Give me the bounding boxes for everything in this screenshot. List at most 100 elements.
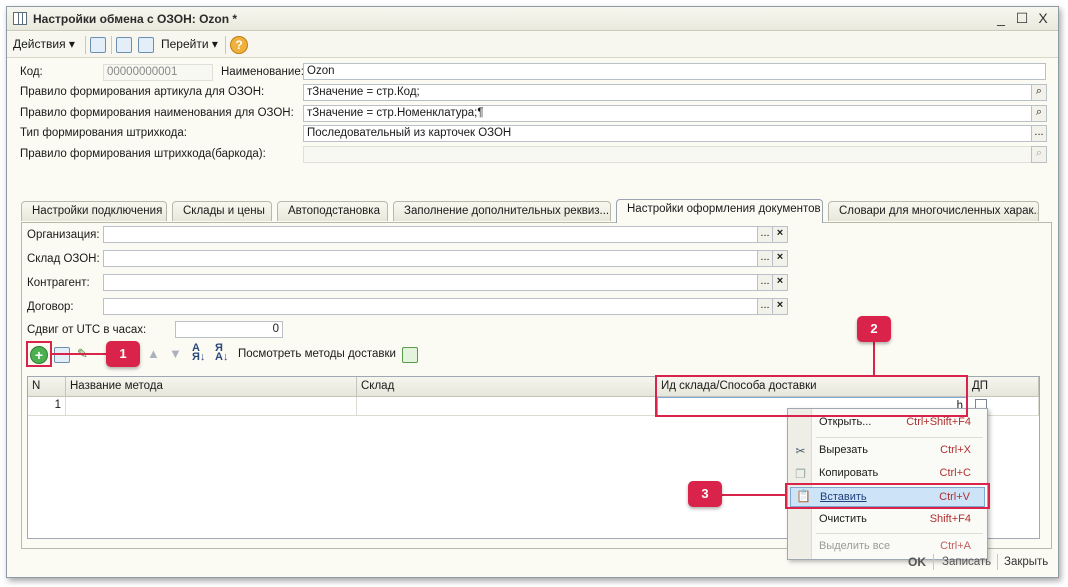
highlight-delivery-id-column [655, 375, 968, 417]
goto-menu[interactable]: Перейти ▾ [161, 37, 218, 51]
sort-asc-icon[interactable]: А Я↓ [192, 343, 205, 363]
tab-warehouses[interactable]: Склады и цены [172, 201, 272, 221]
copy-row-icon[interactable] [54, 347, 70, 363]
article-rule-field[interactable]: тЗначение = стр.Код; [303, 84, 1032, 101]
callout-connector [52, 353, 108, 355]
menu-shortcut: Ctrl+X [940, 444, 971, 456]
tab-dictionaries[interactable]: Словари для многочисленных харак... [828, 201, 1039, 221]
column-header-dp[interactable]: ДП [968, 377, 1039, 397]
callout-1: 1 [106, 341, 140, 367]
name-label: Наименование: [221, 66, 304, 78]
clear-icon[interactable]: × [772, 226, 788, 243]
menu-shortcut: Ctrl+C [939, 467, 971, 479]
toolbar-separator [85, 36, 86, 54]
menu-shortcut: Shift+F4 [929, 513, 971, 525]
select-button[interactable]: ... [757, 250, 773, 267]
footer-separator [997, 554, 998, 570]
column-header-warehouse[interactable]: Склад [357, 377, 657, 397]
warehouse-label: Склад ОЗОН: [27, 253, 100, 265]
menu-item-label: Выделить все [819, 540, 891, 552]
utc-field[interactable]: 0 [175, 321, 283, 338]
organization-label: Организация: [27, 229, 100, 241]
close-window-button[interactable]: X [1034, 10, 1052, 28]
toolbar-separator [225, 36, 226, 54]
ok-button[interactable]: OK [908, 555, 926, 569]
menu-item-cut[interactable]: Вырезать Ctrl+X [813, 441, 985, 461]
window-title: Настройки обмена с ОЗОН: Ozon * [33, 12, 238, 26]
menu-item-label: Открыть... [819, 416, 872, 428]
barcode-type-label: Тип формирования штрихкода: [20, 127, 187, 139]
name-rule-field[interactable]: тЗначение = стр.Номенклатура;¶ [303, 105, 1032, 122]
save-button[interactable]: Записать [942, 556, 991, 568]
goto-label: Перейти [161, 37, 209, 51]
select-button[interactable]: ... [757, 226, 773, 243]
table-cell-n[interactable]: 1 [28, 397, 66, 416]
tab-autosubstitution[interactable]: Автоподстановка [277, 201, 388, 221]
search-icon[interactable]: ⌕ [1031, 146, 1047, 163]
maximize-button[interactable]: ☐ [1013, 10, 1031, 28]
menu-separator [816, 437, 983, 438]
organization-field[interactable] [103, 226, 758, 243]
sort-desc-icon[interactable]: Я А↓ [215, 343, 228, 363]
code-label: Код: [20, 66, 43, 78]
toolbar-separator [111, 36, 112, 54]
help-icon[interactable]: ? [230, 36, 248, 54]
table-icon [13, 12, 27, 25]
menu-item-label: Очистить [819, 513, 867, 525]
contractor-label: Контрагент: [27, 277, 90, 289]
callout-2: 2 [857, 316, 891, 342]
select-button[interactable]: ... [757, 274, 773, 291]
barcode-rule-field[interactable] [303, 146, 1032, 163]
table-cell-method-name[interactable] [66, 397, 357, 416]
tab-doc-settings[interactable]: Настройки оформления документов [616, 199, 823, 223]
copy-doc-icon[interactable] [138, 37, 154, 53]
menu-item-select-all[interactable]: Выделить все Ctrl+A [813, 537, 985, 557]
actions-label: Действия [13, 37, 66, 51]
search-icon[interactable]: ⌕ [1031, 84, 1047, 101]
menu-item-clear[interactable]: Очистить Shift+F4 [813, 510, 985, 530]
contract-field[interactable] [103, 298, 758, 315]
toolbar: Действия ▾ Перейти ▾ ? [7, 32, 1058, 58]
actions-menu[interactable]: Действия ▾ [13, 37, 75, 51]
highlight-add-button [26, 341, 52, 367]
article-rule-label: Правило формирования артикула для ОЗОН: [20, 86, 265, 98]
callout-connector [720, 494, 786, 496]
contract-label: Договор: [27, 301, 74, 313]
minimize-button[interactable]: _ [992, 10, 1010, 28]
table-cell-warehouse[interactable] [357, 397, 657, 416]
refresh-icon[interactable] [116, 37, 132, 53]
warehouse-field[interactable] [103, 250, 758, 267]
move-up-icon[interactable]: ▲ [147, 346, 160, 361]
search-icon[interactable]: ⌕ [1031, 105, 1047, 122]
column-header-method-name[interactable]: Название метода [66, 377, 357, 397]
tab-connection[interactable]: Настройки подключения [21, 201, 167, 221]
select-button[interactable]: ... [757, 298, 773, 315]
title-bar: Настройки обмена с ОЗОН: Ozon * _ ☐ X [7, 7, 1058, 31]
menu-shortcut: Ctrl+A [940, 540, 971, 552]
clear-icon[interactable]: × [772, 274, 788, 291]
name-field[interactable]: Ozon [303, 63, 1046, 80]
close-button[interactable]: Закрыть [1004, 556, 1048, 568]
view-delivery-methods-button[interactable]: Посмотреть методы доставки [238, 348, 396, 360]
select-button[interactable]: ... [1031, 125, 1047, 142]
highlight-paste-item [785, 483, 990, 509]
menu-item-label: Копировать [819, 467, 879, 479]
contractor-field[interactable] [103, 274, 758, 291]
name-rule-label: Правило формирования наименования для ОЗ… [20, 107, 294, 119]
clear-icon[interactable]: × [772, 298, 788, 315]
copy-icon: ❐ [795, 467, 806, 481]
callout-3: 3 [688, 481, 722, 507]
column-header-n[interactable]: N [28, 377, 66, 397]
menu-shortcut: Ctrl+Shift+F4 [906, 416, 971, 428]
tab-additional-props[interactable]: Заполнение дополнительных реквиз... [393, 201, 611, 221]
barcode-type-field[interactable]: Последовательный из карточек ОЗОН [303, 125, 1032, 142]
barcode-rule-label: Правило формирования штрихкода(баркода): [20, 148, 266, 160]
clear-icon[interactable]: × [772, 250, 788, 267]
save-close-icon[interactable] [90, 37, 106, 53]
export-icon[interactable] [402, 347, 418, 363]
move-down-icon[interactable]: ▼ [169, 346, 182, 361]
code-field[interactable]: 00000000001 [103, 64, 213, 81]
tab-bar: Настройки подключения Склады и цены Авто… [21, 199, 1046, 223]
utc-label: Сдвиг от UTC в часах: [27, 324, 147, 336]
menu-item-copy[interactable]: Копировать Ctrl+C [813, 464, 985, 484]
